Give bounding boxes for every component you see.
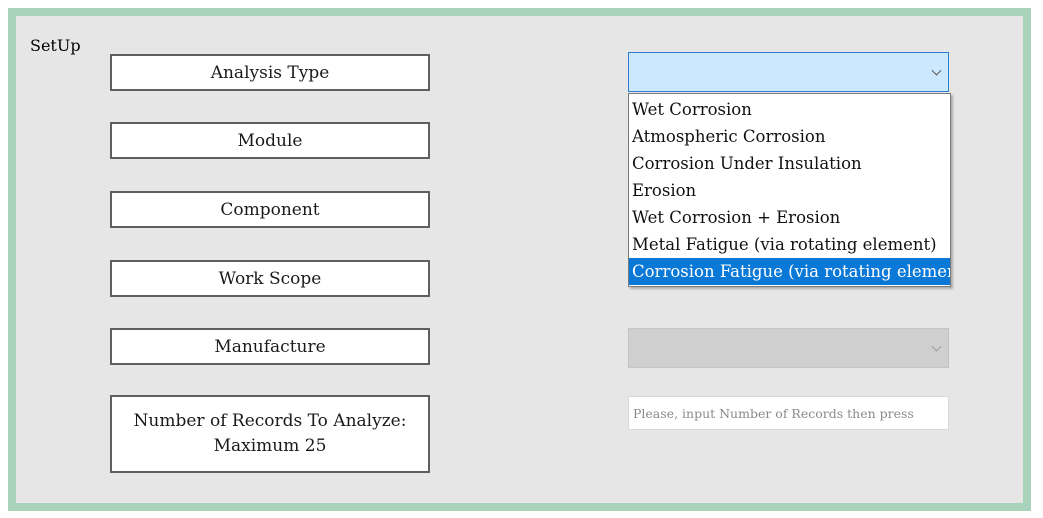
work-scope-label: Work Scope (110, 260, 430, 297)
records-label: Number of Records To Analyze: Maximum 25 (110, 395, 430, 473)
option-wet-corrosion[interactable]: Wet Corrosion (629, 96, 950, 123)
records-label-line2: Maximum 25 (213, 436, 327, 456)
chevron-down-icon (931, 341, 942, 352)
analysis-type-options-list[interactable]: Wet Corrosion Atmospheric Corrosion Corr… (628, 93, 951, 287)
option-corrosion-under-insulation[interactable]: Corrosion Under Insulation (629, 150, 950, 177)
chevron-down-icon[interactable] (931, 65, 942, 76)
option-atmospheric-corrosion[interactable]: Atmospheric Corrosion (629, 123, 950, 150)
analysis-type-label: Analysis Type (110, 54, 430, 91)
option-metal-fatigue[interactable]: Metal Fatigue (via rotating element) (629, 231, 950, 258)
records-label-line1: Number of Records To Analyze: (133, 410, 407, 431)
component-label: Component (110, 191, 430, 228)
option-corrosion-fatigue[interactable]: Corrosion Fatigue (via rotating element) (629, 258, 950, 285)
records-count-input[interactable] (628, 396, 949, 430)
manufacture-label: Manufacture (110, 328, 430, 365)
panel-title: SetUp (30, 36, 81, 55)
option-erosion[interactable]: Erosion (629, 177, 950, 204)
analysis-type-dropdown[interactable] (628, 52, 949, 92)
manufacture-dropdown (628, 328, 949, 368)
option-wet-corrosion-erosion[interactable]: Wet Corrosion + Erosion (629, 204, 950, 231)
module-label: Module (110, 122, 430, 159)
